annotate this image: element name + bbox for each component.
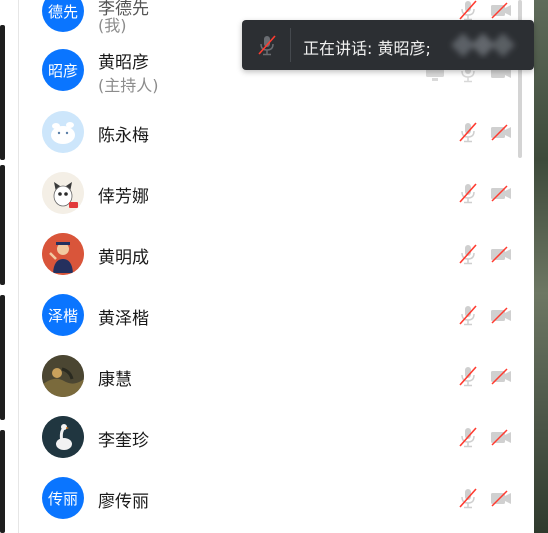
mic-muted-icon[interactable] [457, 304, 479, 326]
cartoon-dog-avatar [42, 172, 84, 214]
mic-muted-icon[interactable] [457, 0, 479, 21]
cartoon-cat-avatar [42, 111, 84, 153]
participant-name: 倖芳娜 [98, 187, 149, 207]
avatar-text: 传丽 [47, 489, 78, 508]
participant-name: 陈永梅 [98, 126, 149, 146]
participant-row[interactable]: 康慧 [19, 346, 519, 406]
background-strip [534, 0, 548, 533]
cartoon-person-avatar [42, 233, 84, 275]
window-left-edge [0, 0, 19, 533]
participant-row[interactable]: 黄明成 [19, 224, 519, 284]
avatar-text: 德先 [47, 2, 78, 21]
avatar: 泽楷 [42, 294, 84, 336]
participant-name: 康慧 [98, 370, 132, 390]
participant-name: 黄明成 [98, 248, 149, 268]
speaking-toast: 正在讲话: 黄昭彦; [242, 20, 534, 70]
left-edge-bar [0, 25, 5, 160]
participant-row[interactable]: 传丽 廖传丽 [19, 468, 519, 528]
participant-row[interactable]: 泽楷 黄泽楷 [19, 285, 519, 345]
left-edge-bar [0, 430, 5, 533]
participant-row[interactable]: 李奎珍 [19, 407, 519, 467]
camera-off-icon[interactable] [489, 0, 513, 21]
camera-off-icon[interactable] [489, 304, 513, 326]
avatar-text: 泽楷 [47, 306, 78, 325]
mic-muted-icon [258, 35, 276, 56]
avatar: 德先 [42, 0, 84, 32]
speaking-label: 正在讲话: 黄昭彦; [303, 39, 431, 58]
toast-divider [290, 28, 291, 62]
participant-row[interactable]: 陈永梅 [19, 102, 519, 162]
mic-muted-icon[interactable] [457, 182, 479, 204]
participant-list: 德先 李德先 (我) 昭彦 黄昭彦 (主持人) 陈永梅 倖芳娜 黄明成 泽楷 黄… [19, 0, 519, 533]
mic-muted-icon[interactable] [457, 243, 479, 265]
participant-role: (我) [98, 16, 127, 35]
camera-off-icon[interactable] [489, 121, 513, 143]
camera-off-icon[interactable] [489, 487, 513, 509]
mic-muted-icon[interactable] [457, 121, 479, 143]
participant-name: 李奎珍 [98, 431, 149, 451]
participant-row[interactable]: 倖芳娜 [19, 163, 519, 223]
participant-name: 黄泽楷 [98, 309, 149, 329]
left-edge-bar [0, 165, 5, 285]
mic-muted-icon[interactable] [457, 487, 479, 509]
blurred-avatars [451, 33, 515, 57]
camera-off-icon[interactable] [489, 182, 513, 204]
avatar: 昭彦 [42, 49, 84, 91]
painting-avatar [42, 355, 84, 397]
participant-name: 黄昭彦 [98, 53, 149, 73]
avatar: 传丽 [42, 477, 84, 519]
mic-muted-icon[interactable] [457, 365, 479, 387]
left-edge-bar [0, 295, 5, 420]
mic-muted-icon[interactable] [457, 426, 479, 448]
camera-off-icon[interactable] [489, 426, 513, 448]
camera-off-icon[interactable] [489, 365, 513, 387]
camera-off-icon[interactable] [489, 243, 513, 265]
participant-name: 廖传丽 [98, 492, 149, 512]
participant-role: (主持人) [98, 76, 159, 95]
goose-avatar [42, 416, 84, 458]
avatar-text: 昭彦 [47, 61, 78, 80]
